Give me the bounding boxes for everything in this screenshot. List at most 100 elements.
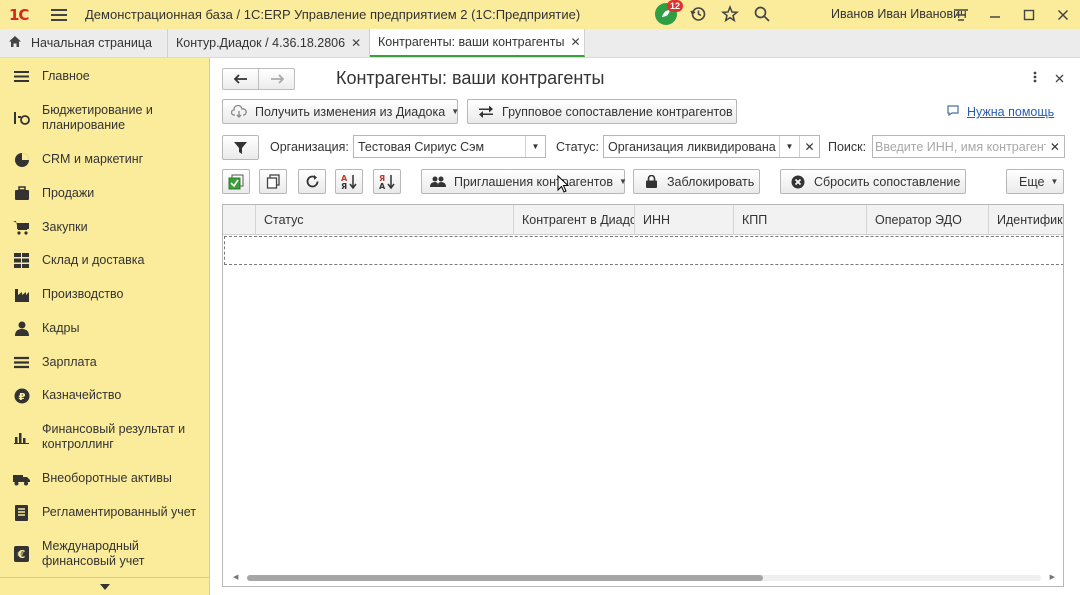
sidebar-item-salary[interactable]: Зарплата	[0, 354, 209, 371]
invitations-button[interactable]: Приглашения контрагентов ▼	[421, 169, 627, 194]
tab-bar: Начальная страница Контур.Диадок / 4.36.…	[0, 29, 1080, 58]
sort-descending-button[interactable]: ЯА	[373, 169, 401, 194]
sidebar-item-crm[interactable]: CRM и маркетинг	[0, 151, 209, 168]
sidebar-scroll-down[interactable]	[0, 577, 209, 595]
help-link-area: Нужна помощь	[947, 105, 1054, 119]
copy-button[interactable]	[259, 169, 287, 194]
more-button[interactable]: Еще ▼	[1006, 169, 1064, 194]
tab-label: Контрагенты: ваши контрагенты	[378, 35, 565, 49]
sidebar-item-production[interactable]: Производство	[0, 286, 209, 303]
history-icon[interactable]	[687, 3, 709, 25]
maximize-icon[interactable]	[1012, 0, 1046, 29]
search-clear-button[interactable]: ✕	[1046, 136, 1064, 157]
close-icon[interactable]	[1046, 0, 1080, 29]
notifications-icon[interactable]: 12	[655, 0, 683, 25]
cloud-download-icon	[231, 104, 247, 120]
sort-az-icon: АЯ	[341, 174, 357, 190]
search-field[interactable]: ✕	[872, 135, 1065, 158]
tab-close-icon[interactable]: ✕	[570, 35, 580, 49]
sidebar-item-purchases[interactable]: Закупки	[0, 219, 209, 236]
button-label: Получить изменения из Диадока	[255, 104, 446, 119]
tab-contractors[interactable]: Контрагенты: ваши контрагенты ✕	[370, 29, 585, 57]
search-input[interactable]	[873, 139, 1046, 154]
column-header-identifier[interactable]: Идентификатор	[989, 205, 1063, 235]
sidebar-item-sales[interactable]: Продажи	[0, 185, 209, 202]
tab-close-icon[interactable]: ✕	[351, 36, 361, 50]
funnel-icon	[234, 141, 247, 154]
org-label: Организация:	[270, 140, 349, 154]
settings-lines-icon[interactable]	[944, 0, 978, 29]
main-content: Контрагенты: ваши контрагенты Получить и…	[211, 58, 1080, 595]
help-link[interactable]: Нужна помощь	[967, 105, 1054, 119]
tab-home[interactable]: Начальная страница	[0, 29, 168, 57]
sidebar-item-fixed-assets[interactable]: Внеоборотные активы	[0, 470, 209, 487]
back-button[interactable]	[223, 69, 259, 89]
more-actions-icon[interactable]	[1033, 70, 1037, 86]
button-label: Групповое сопоставление контрагентов	[502, 104, 733, 119]
truck-icon	[13, 470, 30, 487]
dropdown-arrow-icon: ▼	[618, 177, 627, 186]
group-match-button[interactable]: Групповое сопоставление контрагентов	[467, 99, 737, 124]
column-header-status[interactable]: Статус	[256, 205, 514, 235]
get-changes-button[interactable]: Получить изменения из Диадока ▼	[222, 99, 459, 124]
contractors-table[interactable]: Статус Контрагент в Диадоке ИНН КПП Опер…	[222, 204, 1064, 587]
organization-dropdown-button[interactable]: ▼	[525, 136, 545, 157]
button-label: Приглашения контрагентов	[454, 174, 613, 189]
filter-button[interactable]	[222, 135, 259, 160]
status-field[interactable]: Организация ликвидирована ▼ ✕	[603, 135, 820, 158]
currency-icon: €	[13, 546, 30, 563]
sidebar-item-label: Бюджетирование и планирование	[42, 103, 153, 132]
tab-diadoc[interactable]: Контур.Диадок / 4.36.18.2806 ✕	[168, 29, 370, 57]
table-row[interactable]	[224, 236, 1063, 265]
app-logo: 1С	[9, 5, 29, 24]
table-header: Статус Контрагент в Диадоке ИНН КПП Опер…	[223, 205, 1063, 235]
sidebar-item-label: Международный финансовый учет	[42, 539, 145, 568]
column-header-kpp[interactable]: КПП	[734, 205, 867, 235]
document-icon	[13, 504, 30, 521]
lock-icon	[643, 174, 659, 190]
tab-label: Начальная страница	[31, 36, 152, 50]
budget-icon	[13, 110, 30, 127]
favorites-star-icon[interactable]	[719, 3, 741, 25]
block-button[interactable]: Заблокировать	[633, 169, 760, 194]
column-header-edo-operator[interactable]: Оператор ЭДО	[867, 205, 989, 235]
reset-match-button[interactable]: Сбросить сопоставление	[780, 169, 966, 194]
sidebar-item-treasury[interactable]: ₽ Казначейство	[0, 387, 209, 404]
sidebar-item-ifrs[interactable]: € Международный финансовый учет	[0, 538, 209, 570]
column-header-inn[interactable]: ИНН	[635, 205, 734, 235]
sidebar-item-budget[interactable]: Бюджетирование и планирование	[0, 102, 209, 134]
sidebar-item-label: Закупки	[42, 220, 88, 234]
ruble-icon: ₽	[13, 387, 30, 404]
grid-icon	[13, 252, 30, 269]
status-value: Организация ликвидирована	[608, 139, 776, 154]
sidebar-item-regulated-accounting[interactable]: Регламентированный учет	[0, 504, 209, 521]
search-label: Поиск:	[828, 140, 867, 154]
svg-text:Я: Я	[341, 182, 347, 190]
scroll-right-icon[interactable]: ▶	[1050, 573, 1055, 581]
svg-text:₽: ₽	[18, 392, 25, 403]
sort-ascending-button[interactable]: АЯ	[335, 169, 363, 194]
pie-chart-icon	[13, 151, 30, 168]
search-icon[interactable]	[751, 3, 773, 25]
close-form-icon[interactable]	[1055, 70, 1064, 86]
sidebar-item-hr[interactable]: Кадры	[0, 320, 209, 337]
minimize-icon[interactable]	[978, 0, 1012, 29]
status-dropdown-button[interactable]: ▼	[779, 136, 799, 157]
main-menu-icon[interactable]	[51, 8, 67, 21]
sidebar-item-financial-result[interactable]: Финансовый результат и контроллинг	[0, 421, 209, 453]
title-bar: 1С Демонстрационная база / 1С:ERP Управл…	[0, 0, 1080, 29]
horizontal-scrollbar[interactable]: ◀ ▶	[233, 573, 1055, 582]
column-header-diadoc-contractor[interactable]: Контрагент в Диадоке	[514, 205, 635, 235]
organization-field[interactable]: Тестовая Сириус Сэм ▼	[353, 135, 546, 158]
sidebar-item-main[interactable]: Главное	[0, 68, 209, 85]
select-all-button[interactable]	[222, 169, 250, 194]
forward-button[interactable]	[259, 69, 294, 89]
person-icon	[13, 320, 30, 337]
scroll-left-icon[interactable]: ◀	[233, 573, 238, 581]
refresh-icon	[306, 175, 318, 188]
sidebar-item-label: Финансовый результат и контроллинг	[42, 422, 186, 451]
refresh-button[interactable]	[298, 169, 326, 194]
status-clear-button[interactable]: ✕	[799, 136, 819, 157]
scrollbar-thumb[interactable]	[247, 575, 763, 581]
sidebar-item-warehouse[interactable]: Склад и доставка	[0, 252, 209, 269]
